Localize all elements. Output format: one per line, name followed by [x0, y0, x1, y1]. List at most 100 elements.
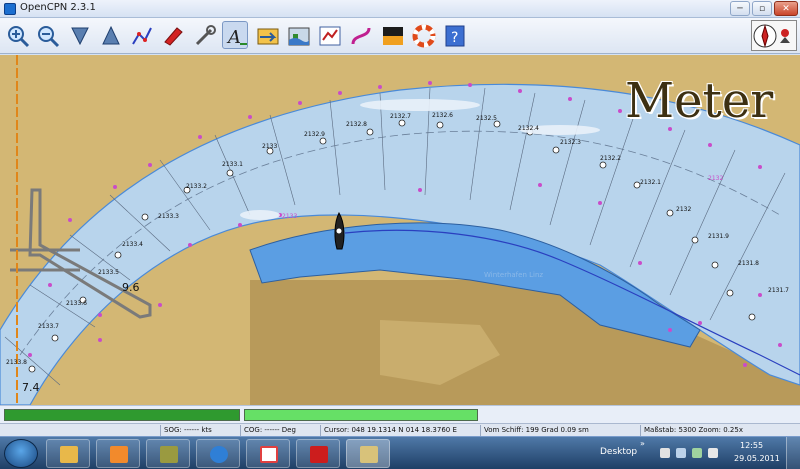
km-label: 2133 [262, 143, 278, 150]
zoom-in-button[interactable] [4, 21, 30, 49]
track-button[interactable] [347, 21, 373, 49]
chart-canvas[interactable]: Meter 9.6 7.4 2133.8 2133.7 2133.6 2133.… [0, 55, 800, 405]
cursor-readout: Cursor: 048 19.1314 N 014 18.3760 E [320, 425, 480, 436]
scale-down-icon [71, 27, 89, 46]
text-toggle-icon: A [226, 27, 247, 48]
compass-icon [753, 24, 790, 48]
color-scheme-button[interactable] [379, 21, 405, 49]
km-label: 2132.9 [304, 131, 325, 138]
maximize-button[interactable]: ▫ [752, 1, 772, 16]
km-label: 2132.2 [600, 155, 621, 162]
km-label: 2132.8 [346, 121, 367, 128]
taskbar-app-chart-tool[interactable] [246, 439, 290, 468]
km-label: 2132.6 [432, 112, 453, 119]
clock-date[interactable]: 29.05.2011 [734, 454, 780, 463]
range-bearing-readout: Vom Schiff: 199 Grad 0.09 sm [480, 425, 640, 436]
pink-label: 2133 [282, 213, 298, 220]
harbour-label: Winterhafen Linz [484, 271, 544, 279]
scale-up-button[interactable] [97, 21, 123, 49]
settings-icon [195, 25, 216, 46]
current-icon [257, 28, 279, 45]
svg-text:?: ? [451, 30, 458, 46]
cog-readout: COG: ------ Deg [240, 425, 320, 436]
close-button[interactable]: ✕ [774, 1, 798, 16]
text-toggle-button[interactable]: A [222, 21, 248, 49]
km-label: 2133.3 [158, 213, 179, 220]
compass-button[interactable] [751, 20, 797, 51]
km-label: 2133.1 [222, 161, 243, 168]
follow-ship-icon [164, 27, 183, 46]
tray-volume-icon[interactable] [708, 448, 718, 458]
taskbar-app-acrobat[interactable] [296, 439, 340, 468]
km-label: 2133.8 [6, 359, 27, 366]
window-title: OpenCPN 2.3.1 [20, 2, 96, 13]
km-label: 2132.5 [476, 115, 497, 122]
route-button[interactable] [128, 21, 154, 49]
taskbar-app-media[interactable] [96, 439, 140, 468]
km-label: 2133.6 [66, 300, 87, 307]
mob-icon [412, 24, 436, 48]
folder-icon [60, 446, 78, 463]
app-icon [4, 3, 16, 15]
track-icon [351, 27, 371, 45]
depth-label-1: 9.6 [122, 281, 140, 294]
km-label: 2133.5 [98, 269, 119, 276]
start-button[interactable] [4, 439, 38, 468]
tray-network-icon[interactable] [676, 448, 686, 458]
follow-ship-button[interactable] [159, 21, 185, 49]
km-label: 2132.3 [560, 139, 581, 146]
mob-button[interactable] [410, 21, 436, 49]
chart-quilt-bar-1[interactable] [4, 409, 240, 421]
km-label: 2132.1 [640, 179, 661, 186]
current-button[interactable] [254, 21, 280, 49]
km-label: 2133.7 [38, 323, 59, 330]
chart-bar-strip [0, 405, 800, 423]
km-label: 2132 [676, 206, 692, 213]
scale-readout: Maßstab: 5300 Zoom: 0.25x [640, 425, 800, 436]
pdf-icon [310, 446, 328, 463]
km-label: 2131.8 [738, 260, 759, 267]
tray-flag-icon[interactable] [660, 448, 670, 458]
scale-down-button[interactable] [66, 21, 92, 49]
route-manager-button[interactable] [316, 21, 342, 49]
title-bar: OpenCPN 2.3.1 ─ ▫ ✕ [0, 0, 800, 18]
taskbar-app-explorer[interactable] [46, 439, 90, 468]
media-icon [110, 446, 128, 463]
tide-button[interactable] [285, 21, 311, 49]
km-label: 2131.9 [708, 233, 729, 240]
chart-tool-icon [260, 446, 278, 463]
zoom-out-button[interactable] [34, 21, 60, 49]
taskbar: Desktop » 12:55 29.05.2011 [0, 436, 800, 469]
desktop-expand-icon[interactable]: » [640, 439, 645, 448]
gallery-icon [160, 446, 178, 463]
settings-button[interactable] [191, 21, 217, 49]
zoom-out-icon [38, 26, 60, 48]
toolbar: A ? [0, 18, 800, 54]
desktop-toolbar-label[interactable]: Desktop [600, 447, 637, 457]
tray-battery-icon[interactable] [692, 448, 702, 458]
taskbar-app-ie[interactable] [196, 439, 240, 468]
zoom-in-icon [8, 26, 30, 48]
km-label: 2131.7 [768, 287, 789, 294]
svg-text:A: A [226, 27, 241, 48]
km-label: 2133.4 [122, 241, 143, 248]
browser-icon [210, 446, 228, 463]
chart-quilt-bar-2[interactable] [244, 409, 478, 421]
scale-up-icon [102, 25, 120, 45]
unit-label: Meter [625, 73, 774, 129]
depth-label-2: 7.4 [22, 381, 40, 394]
clock-time[interactable]: 12:55 [740, 441, 763, 450]
km-label: 2132.4 [518, 125, 539, 132]
show-desktop-button[interactable] [786, 437, 800, 469]
help-button[interactable]: ? [441, 21, 467, 49]
tide-icon [288, 27, 310, 46]
minimize-button[interactable]: ─ [730, 1, 750, 16]
status-bar: SOG: ------ kts COG: ------ Deg Cursor: … [0, 423, 800, 436]
pink-label: 2132 [708, 175, 724, 182]
taskbar-app-gallery[interactable] [146, 439, 190, 468]
km-label: 2133.2 [186, 183, 207, 190]
taskbar-app-opencpn[interactable] [346, 439, 390, 468]
route-icon [132, 27, 152, 45]
route-manager-icon [319, 26, 341, 46]
opencpn-icon [360, 446, 378, 463]
